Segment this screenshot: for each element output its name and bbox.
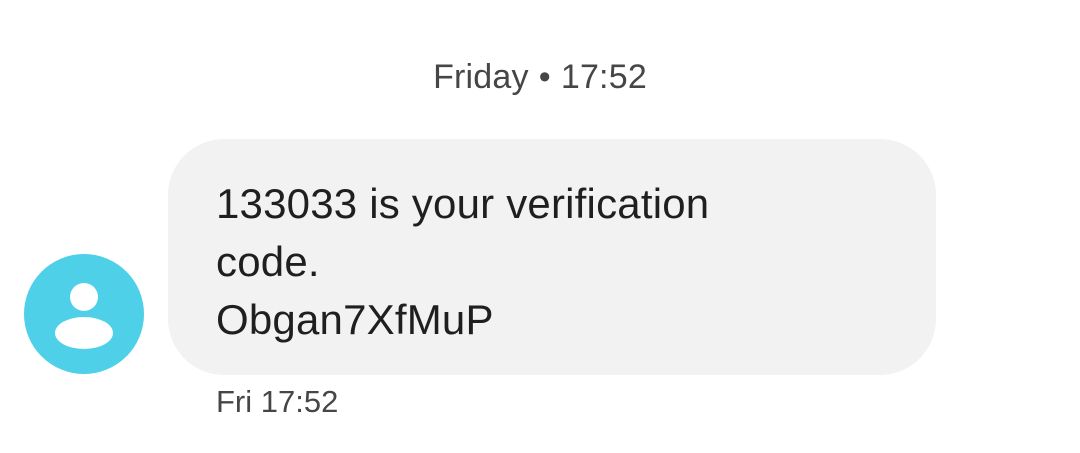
conversation-view: Friday • 17:52 133033 is your verification…: [0, 0, 1080, 453]
message-timestamp: Fri 17:52: [216, 384, 339, 419]
sender-avatar[interactable]: [24, 254, 144, 374]
message-bubble[interactable]: 133033 is your verification code. Obgan7…: [168, 139, 936, 375]
date-divider-day: Friday: [433, 58, 529, 96]
person-icon: [55, 283, 113, 349]
date-divider-time: 17:52: [560, 58, 647, 96]
message-text: 133033 is your verification code. Obgan7…: [216, 180, 710, 343]
date-divider-separator: •: [538, 58, 551, 96]
date-divider: Friday • 17:52: [0, 58, 1080, 97]
